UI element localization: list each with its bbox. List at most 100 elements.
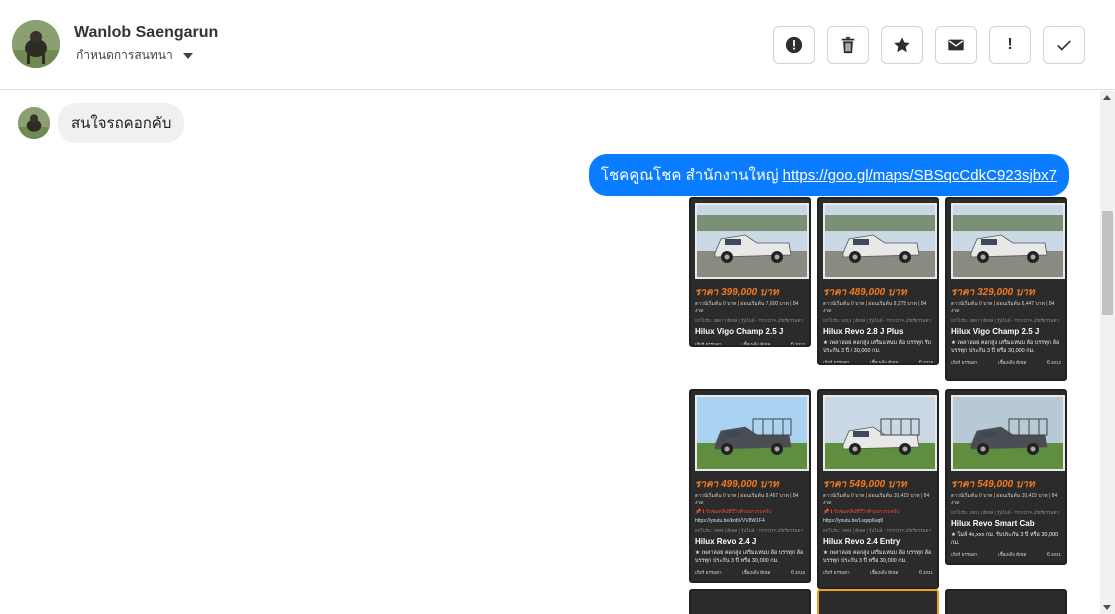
card-fuel: เชื้อเพลิง ดีเซล (870, 570, 899, 575)
card-youtube-link[interactable]: https://youtu.be/Lsqxp6uq8 (819, 517, 937, 526)
message-thread[interactable]: สนใจรถคอกคับ โชคคูณโชค สำนักงานใหญ่ http… (0, 91, 1100, 614)
card-meta: ยกโปรบ. 7983 | ดีเซล | รุ่นไมล์ - TOYOTA… (823, 528, 931, 533)
chevron-down-icon (182, 52, 193, 59)
delete-button[interactable] (827, 26, 869, 64)
card-fuel: เชื้อเพลิง ดีเซล (742, 342, 771, 347)
card-description: ★ เพลาลอย คอกสูง เสริมแหนบ ล้อ บรรทุก ล้… (823, 550, 932, 564)
card-meta: ยกโปรบ. 2901 | ดีเซล | รุ่นไมล์ - TOYOTA… (951, 510, 1059, 515)
car-card[interactable]: ราคา 549,000 บาทดาวน์เริ่มต้น 0 บาท | ผ่… (817, 389, 939, 589)
card-title: Hilux Revo 2.8 J Plus (823, 327, 904, 336)
card-price: ราคา 329,000 บาท (951, 287, 1035, 298)
toolbar: ! (773, 26, 1085, 64)
car-photo (823, 395, 937, 471)
envelope-icon (948, 39, 964, 51)
check-icon (1057, 40, 1071, 51)
card-gear: เกียร์ ธรรมดา (951, 360, 978, 365)
scroll-down-arrow[interactable] (1103, 605, 1111, 610)
contact-avatar[interactable] (12, 20, 60, 68)
card-clip-line: 📌 ℹ รับชมคลิปที่รีวิวตัวอย่างรถครับ (695, 509, 772, 515)
card-gear: เกียร์ ธรรมดา (695, 342, 722, 347)
card-youtube-link[interactable]: https://youtu.be/kobVVV8W1F4 (691, 517, 809, 526)
card-finance: ดาวน์เริ่มต้น 0 บาท | ผ่อนเริ่มต้น 10,41… (951, 493, 1058, 506)
card-description: ★ ไมล์ 4x,xxx กม. รับประกัน 3 ปี หรือ 30… (951, 532, 1059, 546)
card-price: ราคา 549,000 บาท (823, 479, 907, 490)
card-footer: เกียร์ ธรรมดา เชื้อเพลิง ดีเซล ปี 2013 (691, 338, 809, 347)
star-button[interactable] (881, 26, 923, 64)
contact-name: Wanlob Saengarun (74, 24, 219, 41)
card-description: ★ เพลาลอย คอกสูง เสริมแหนบ ล้อ บรรทุก รั… (823, 340, 932, 354)
card-year: ปี 2013 (790, 342, 805, 347)
card-fuel: เชื้อเพลิง ดีเซล (998, 360, 1027, 365)
scroll-up-arrow[interactable] (1103, 95, 1111, 100)
card-footer: เกียร์ ธรรมดา เชื้อเพลิง ดีเซล ปี 2012 (947, 356, 1065, 370)
mark-done-button[interactable] (1043, 26, 1085, 64)
car-card-partial[interactable] (689, 589, 811, 614)
incoming-message: สนใจรถคอกคับ (18, 103, 185, 143)
car-photo (951, 203, 1065, 279)
alert-icon (785, 36, 803, 54)
star-icon (894, 37, 910, 53)
outgoing-text: โชคคูณโชค สำนักงานใหญ่ (600, 167, 783, 184)
card-meta: ยกโปรบ. 5012 | ดีเซล | รุ่นไมล์ - TOYOTA… (823, 318, 931, 323)
exclamation-icon: ! (1007, 36, 1013, 53)
card-fuel: เชื้อเพลิง ดีเซล (998, 552, 1027, 557)
card-footer: เกียร์ ธรรมดา เชื้อเพลิง ดีเซล ปี 2019 (819, 356, 937, 365)
card-finance: ดาวน์เริ่มต้น 0 บาท | ผ่อนเริ่มต้น 10,41… (823, 493, 930, 506)
card-year: ปี 2019 (918, 360, 933, 365)
card-footer: เกียร์ ธรรมดา เชื้อเพลิง ดีเซล ปี 2021 (947, 548, 1065, 562)
card-finance: ดาวน์เริ่มต้น 0 บาท | ผ่อนเริ่มต้น 9,467… (695, 493, 799, 506)
car-photo (695, 395, 809, 471)
card-clip-line: 📌 ℹ รับชมคลิปที่รีวิวตัวอย่างรถครับ (823, 509, 900, 515)
car-card[interactable]: ราคา 329,000 บาทดาวน์เริ่มต้น 0 บาท | ผ่… (945, 197, 1067, 381)
mark-spam-button[interactable] (773, 26, 815, 64)
card-description: ★ เพลาลอย คอกสูง เสริมแหนบ ล้อ บรรทุก ล้… (951, 340, 1060, 354)
car-card[interactable]: ราคา 499,000 บาทดาวน์เริ่มต้น 0 บาท | ผ่… (689, 389, 811, 583)
card-gear: เกียร์ ธรรมดา (695, 570, 722, 575)
label-dropdown-text: กำหนดการสนทนา (76, 48, 173, 62)
card-meta: ยกโปรบ. 4897 | ดีเซล | รุ่นไมล์ - TOYOTA… (951, 318, 1059, 323)
card-footer: เกียร์ ธรรมดา เชื้อเพลิง ดีเซล ปี 2018 (691, 566, 809, 580)
mark-important-button[interactable]: ! (989, 26, 1031, 64)
card-title: Hilux Revo 2.4 J (695, 537, 757, 546)
card-title: Hilux Vigo Champ 2.5 J (951, 327, 1040, 336)
map-link[interactable]: https://goo.gl/maps/SBSqcCdkC923sjbx7 (783, 167, 1057, 184)
card-gear: เกียร์ ธรรมดา (951, 552, 978, 557)
outgoing-bubble: โชคคูณโชค สำนักงานใหญ่ https://goo.gl/ma… (588, 154, 1069, 196)
card-meta: ยกโปรบ. 3867 | ดีเซล | รุ่นไมล์ - TOYOTA… (695, 318, 803, 323)
card-title: Hilux Revo 2.4 Entry (823, 537, 901, 546)
card-finance: ดาวน์เริ่มต้น 0 บาท | ผ่อนเริ่มต้น 6,447… (951, 301, 1055, 314)
car-card[interactable]: ราคา 489,000 บาทดาวน์เริ่มต้น 0 บาท | ผ่… (817, 197, 939, 365)
car-photo (823, 203, 937, 279)
card-gear: เกียร์ ธรรมดา (823, 570, 850, 575)
card-gear: เกียร์ ธรรมดา (823, 360, 850, 365)
car-photo (951, 395, 1065, 471)
mark-unread-button[interactable] (935, 26, 977, 64)
car-card[interactable]: ราคา 399,000 บาทดาวน์เริ่มต้น 0 บาท | ผ่… (689, 197, 811, 347)
card-price: ราคา 549,000 บาท (951, 479, 1035, 490)
card-fuel: เชื้อเพลิง ดีเซล (742, 570, 771, 575)
card-finance: ดาวน์เริ่มต้น 0 บาท | ผ่อนเริ่มต้น 7,600… (695, 301, 799, 314)
car-card-partial[interactable] (817, 589, 939, 614)
scroll-thumb[interactable] (1102, 211, 1113, 315)
car-card[interactable]: ราคา 549,000 บาทดาวน์เริ่มต้น 0 บาท | ผ่… (945, 389, 1067, 565)
card-year: ปี 2021 (918, 570, 933, 575)
card-year: ปี 2018 (790, 570, 805, 575)
card-title: Hilux Revo Smart Cab (951, 519, 1035, 528)
card-year: ปี 2012 (1046, 360, 1061, 365)
card-fuel: เชื้อเพลิง ดีเซล (870, 360, 899, 365)
car-photo (695, 203, 809, 279)
conversation-header: Wanlob Saengarun กำหนดการสนทนา ! (0, 0, 1115, 90)
sender-avatar[interactable] (18, 107, 50, 139)
scrollbar[interactable] (1100, 91, 1115, 614)
card-description: ★ เพลาลอย คอกสูง เสริมแหนบ ล้อ บรรทุก ล้… (695, 550, 804, 564)
card-title: Hilux Vigo Champ 2.5 J (695, 327, 784, 336)
card-price: ราคา 399,000 บาท (695, 287, 779, 298)
card-finance: ดาวน์เริ่มต้น 0 บาท | ผ่อนเริ่มต้น 9,275… (823, 301, 927, 314)
label-dropdown[interactable]: กำหนดการสนทนา (76, 46, 193, 65)
card-price: ราคา 489,000 บาท (823, 287, 907, 298)
incoming-bubble: สนใจรถคอกคับ (58, 103, 185, 143)
card-year: ปี 2021 (1046, 552, 1061, 557)
car-card-partial[interactable] (945, 589, 1067, 614)
card-price: ราคา 499,000 บาท (695, 479, 779, 490)
trash-icon (841, 36, 855, 54)
